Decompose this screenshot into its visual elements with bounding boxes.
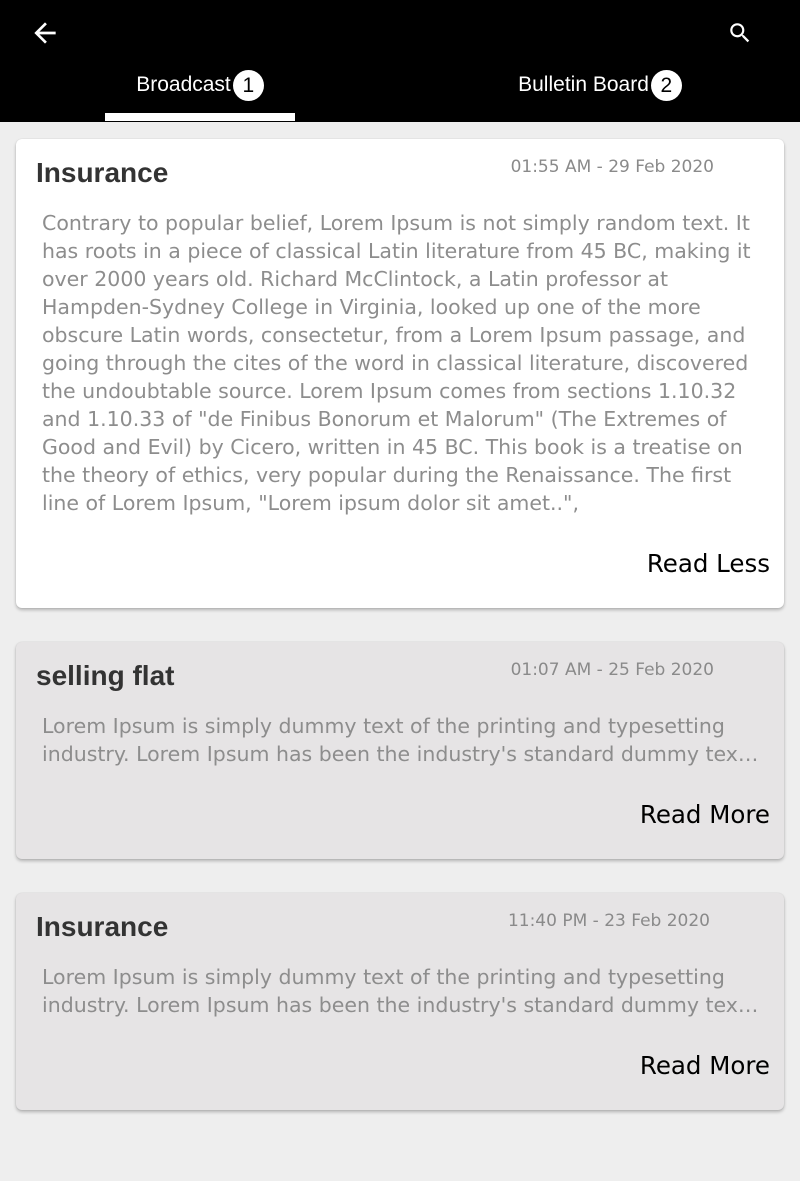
read-less-button[interactable]: Read Less [647,549,770,578]
post-body: Contrary to popular belief, Lorem Ipsum … [42,211,751,515]
post-card[interactable]: Insurance 01:55 AM - 29 Feb 2020 Contrar… [16,139,784,608]
post-body: Lorem Ipsum is simply dummy text of the … [42,714,746,766]
tab-count-badge: 1 [232,70,264,101]
post-timestamp: 01:07 AM - 25 Feb 2020 [510,660,714,680]
tab-count-badge: 2 [650,70,682,101]
arrow-back-icon [34,22,56,44]
tab-bulletin-board[interactable]: Bulletin Board 2 [400,62,800,122]
post-title: Insurance [36,157,169,188]
post-card[interactable]: Insurance 11:40 PM - 23 Feb 2020 Lorem I… [16,893,784,1110]
read-more-button[interactable]: Read More [640,1051,770,1080]
post-card[interactable]: selling flat 01:07 AM - 25 Feb 2020 Lore… [16,642,784,859]
post-timestamp: 01:55 AM - 29 Feb 2020 [510,157,714,177]
app-bar: Broadcast 1 Bulletin Board 2 [0,0,800,122]
post-timestamp: 11:40 PM - 23 Feb 2020 [507,911,710,931]
post-body: Lorem Ipsum is simply dummy text of the … [42,965,746,1017]
read-more-button[interactable]: Read More [640,800,770,829]
tab-label: Bulletin Board [518,73,649,96]
back-button[interactable] [24,12,66,54]
active-tab-indicator [105,113,295,121]
search-button[interactable] [718,12,762,54]
tab-label: Broadcast [136,73,231,96]
post-title: Insurance [36,911,169,942]
post-title: selling flat [36,660,175,691]
search-icon [730,23,750,43]
